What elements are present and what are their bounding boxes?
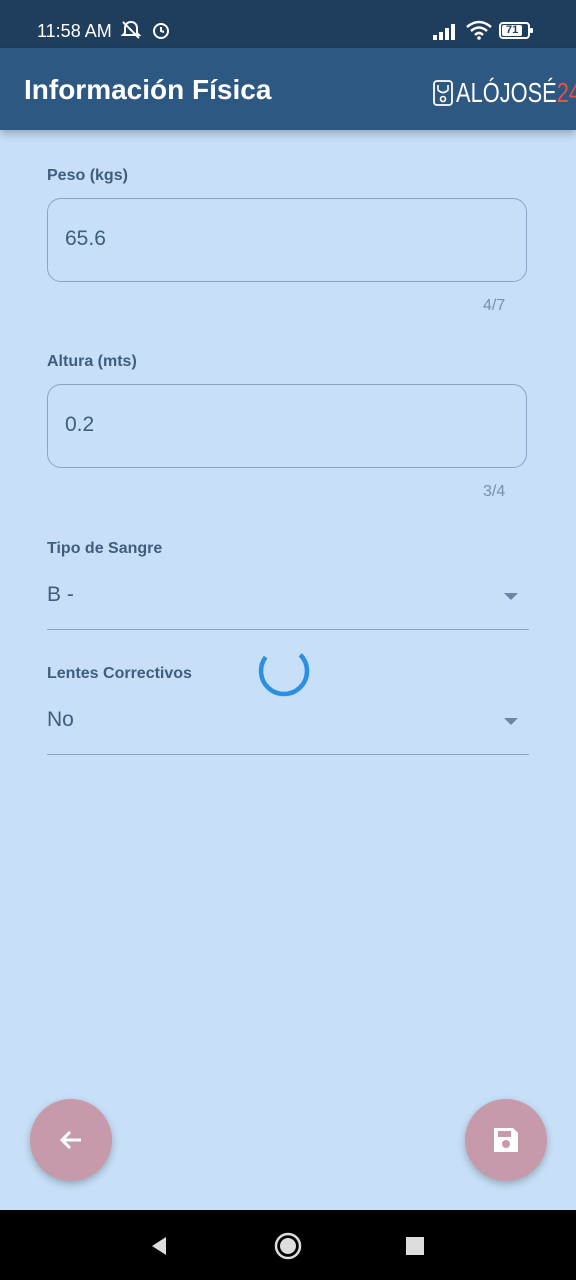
page-title: Información Física [24,74,272,105]
height-char-counter: 3/4 [483,483,506,500]
blood-type-dropdown[interactable]: B - [47,571,529,630]
alarm-icon [153,23,169,39]
app-bar: Información Física ALÓJOSÉ24 [0,48,576,130]
corrective-lenses-dropdown[interactable]: No [47,696,529,755]
height-value: 0.2 [65,413,95,436]
app-logo: ALÓJOSÉ24 [432,77,576,108]
status-time: 11:58 AM [37,21,112,41]
system-nav-bar [0,1210,576,1280]
battery-level: 71 [506,24,519,36]
wifi-icon [466,20,492,40]
loading-spinner [258,645,310,697]
signal-icon [433,24,455,40]
save-button[interactable] [465,1099,547,1181]
dropdown-arrow-icon [504,593,518,600]
weight-input[interactable]: 65.6 [47,198,527,282]
weight-char-counter: 4/7 [483,297,506,314]
nav-back-icon[interactable] [150,1236,170,1256]
height-input[interactable]: 0.2 [47,384,527,468]
arrow-back-icon [59,1130,81,1150]
logo-wordmark: ALÓJOSÉ24 [456,77,576,108]
notifications-off-icon [120,20,142,39]
nav-home-icon[interactable] [274,1232,302,1260]
height-label: Altura (mts) [47,353,137,370]
corrective-lenses-value: No [47,708,74,731]
blood-type-value: B - [47,583,74,606]
corrective-lenses-label: Lentes Correctivos [47,665,192,682]
stethoscope-icon [433,80,453,106]
save-icon [494,1128,518,1152]
back-button[interactable] [30,1099,112,1181]
dropdown-arrow-icon [504,718,518,725]
blood-type-label: Tipo de Sangre [47,540,163,557]
weight-label: Peso (kgs) [47,167,128,184]
battery-icon: 71 [499,22,533,39]
weight-value: 65.6 [65,227,106,250]
nav-recents-icon[interactable] [405,1236,425,1256]
status-bar: 11:58 AM 71 [0,0,576,48]
